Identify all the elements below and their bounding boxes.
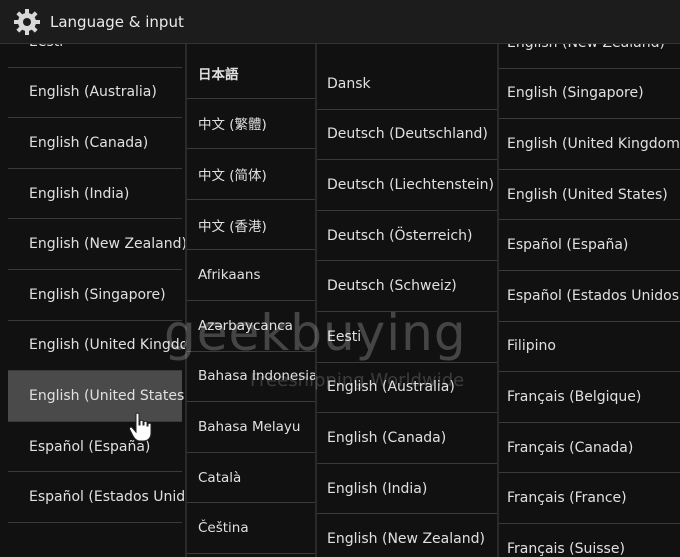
language-item[interactable]: Deutsch (Österreich): [316, 211, 498, 262]
language-item[interactable]: Deutsch (Schweiz): [316, 261, 498, 312]
language-item[interactable]: English (United Kingdom): [8, 321, 186, 372]
language-item[interactable]: English (New Zealand): [8, 219, 186, 270]
language-item[interactable]: Čeština: [186, 503, 316, 554]
language-item[interactable]: English (Canada): [316, 413, 498, 464]
language-column-4[interactable]: English (New Zealand) English (Singapore…: [498, 44, 680, 557]
language-item[interactable]: English (India): [8, 169, 182, 220]
language-list: Dansk Deutsch (Deutschland) Deutsch (Lie…: [316, 59, 498, 557]
language-item[interactable]: English (New Zealand): [316, 514, 498, 557]
language-item[interactable]: English (Singapore): [498, 69, 680, 120]
language-item[interactable]: Català: [186, 453, 316, 504]
language-item[interactable]: 中文 (简体): [186, 149, 316, 200]
column-divider: [497, 44, 499, 557]
language-item[interactable]: Deutsch (Liechtenstein): [316, 160, 498, 211]
language-list: Eesti English (Australia) English (Canad…: [0, 44, 186, 523]
language-item[interactable]: 日本語: [186, 48, 316, 99]
language-item[interactable]: English (United Kingdom): [498, 119, 680, 170]
language-item[interactable]: Français (Suisse): [498, 524, 680, 557]
language-item[interactable]: English (Australia): [316, 363, 498, 414]
language-column-2[interactable]: 日本語 中文 (繁體) 中文 (简体) 中文 (香港) Afrikaans Az…: [186, 44, 316, 557]
hand-cursor-icon: [128, 412, 154, 442]
language-item[interactable]: Filipino: [498, 322, 680, 373]
page-title: Language & input: [50, 12, 184, 31]
language-item[interactable]: English (Australia): [8, 68, 182, 119]
language-column-3[interactable]: Dansk Deutsch (Deutschland) Deutsch (Lie…: [316, 44, 498, 557]
column-divider: [315, 44, 317, 557]
language-list: English (New Zealand) English (Singapore…: [498, 44, 680, 557]
language-item[interactable]: English (Canada): [8, 118, 182, 169]
language-item[interactable]: Français (Canada): [498, 423, 680, 474]
action-bar: Language & input: [0, 0, 680, 44]
language-list: 日本語 中文 (繁體) 中文 (简体) 中文 (香港) Afrikaans Az…: [186, 48, 316, 554]
language-item[interactable]: 中文 (香港): [186, 200, 316, 251]
language-column-1[interactable]: Eesti English (Australia) English (Canad…: [0, 44, 186, 557]
language-item[interactable]: Español (Estados Unidos): [498, 271, 680, 322]
language-item[interactable]: Bahasa Indonesia: [186, 352, 316, 403]
language-item[interactable]: English (United States): [498, 170, 680, 221]
language-item[interactable]: English (New Zealand): [498, 44, 680, 69]
language-item[interactable]: English (India): [316, 464, 498, 515]
language-item[interactable]: Bahasa Melayu: [186, 402, 316, 453]
language-item[interactable]: Afrikaans: [186, 250, 316, 301]
language-item[interactable]: Dansk: [316, 59, 498, 110]
language-item[interactable]: Español (Estados Unidos): [8, 472, 186, 523]
language-item[interactable]: Deutsch (Deutschland): [316, 110, 498, 161]
language-item[interactable]: Eesti: [8, 44, 182, 68]
language-item[interactable]: Eesti: [316, 312, 498, 363]
language-item[interactable]: 中文 (繁體): [186, 99, 316, 150]
gear-icon[interactable]: [10, 5, 44, 39]
language-item[interactable]: English (Singapore): [8, 270, 182, 321]
language-item[interactable]: Español (España): [8, 422, 182, 473]
column-divider: [185, 44, 187, 557]
language-item-selected[interactable]: English (United States): [8, 371, 186, 422]
language-item[interactable]: Français (Belgique): [498, 372, 680, 423]
language-item[interactable]: Français (France): [498, 473, 680, 524]
language-item[interactable]: Español (España): [498, 220, 680, 271]
language-item[interactable]: Azərbaycanca: [186, 301, 316, 352]
